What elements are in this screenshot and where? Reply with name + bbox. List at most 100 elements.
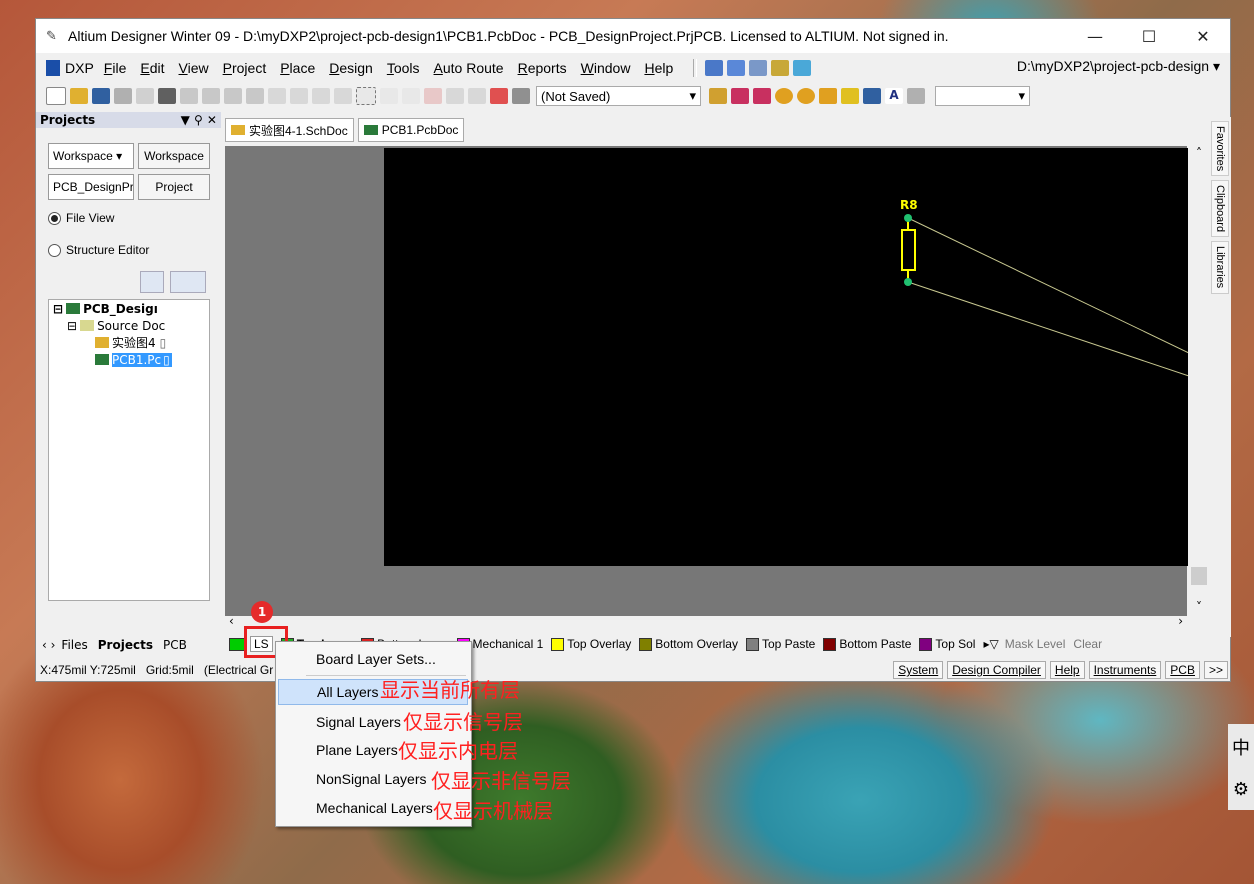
design-compiler-button[interactable]: Design Compiler [947,661,1046,679]
cross-probe-icon[interactable] [490,88,508,104]
structure-editor-radio[interactable]: Structure Editor [48,243,149,257]
diff-pair-icon[interactable] [753,88,771,104]
maximize-button[interactable]: ☐ [1122,19,1176,53]
workspace-combo[interactable]: Workspace ▾ [48,143,134,169]
tab-favorites[interactable]: Favorites [1211,121,1229,177]
layer-tab-top-overlay[interactable]: Top Overlay [551,637,631,651]
grid-tool-icon[interactable] [793,60,812,76]
menu-item-board-layer-sets[interactable]: Board Layer Sets... [278,646,468,672]
layer-tab-top-solder[interactable]: Top Sol [919,637,975,651]
menu-window[interactable]: Window [581,60,631,76]
pad-icon[interactable] [775,88,793,104]
open-folder-icon[interactable] [70,88,88,104]
browse-component-icon[interactable] [512,88,530,104]
ime-settings-icon[interactable]: ⚙ [1233,779,1249,800]
menu-dxp[interactable]: DXP [46,60,94,76]
more-button[interactable]: >> [1203,661,1228,679]
route-icon[interactable] [709,88,727,104]
pad[interactable] [904,278,912,286]
layer-tab-bottom-overlay[interactable]: Bottom Overlay [639,637,738,651]
menu-help[interactable]: Help [644,60,673,76]
scroll-right-icon[interactable]: › [1178,614,1183,628]
menu-place[interactable]: Place [280,60,315,76]
menu-auto-route[interactable]: Auto Route [434,60,504,76]
save-icon[interactable] [92,88,110,104]
mask-level-button[interactable]: Mask Level [1005,637,1066,651]
save-state-combo[interactable]: (Not Saved) ▾ [536,86,701,106]
polygon-icon[interactable] [863,88,881,104]
scroll-thumb[interactable] [1191,567,1207,585]
zoom-area-icon[interactable] [202,88,220,104]
tab-projects[interactable]: Projects [98,638,153,652]
filter-icon[interactable] [246,88,264,104]
panel-controls[interactable]: ▼ ⚲ ✕ [181,113,217,127]
close-button[interactable]: ✕ [1176,19,1230,53]
layer-combo[interactable]: ▾ [935,86,1030,106]
redo-icon[interactable] [468,88,486,104]
select-area-icon[interactable] [356,87,376,105]
instruments-button[interactable]: Instruments [1088,661,1162,679]
menu-tools[interactable]: Tools [387,60,420,76]
project-path-combo[interactable]: D:\myDXP2\project-pcb-design ▾ [1017,58,1220,75]
compile-icon[interactable] [140,271,164,293]
move-icon[interactable] [380,88,398,104]
pad[interactable] [904,214,912,222]
minimize-button[interactable]: — [1068,19,1122,53]
tree-item-pcbdoc[interactable]: PCB1.Pc ▯ [49,351,209,368]
zoom-fit-icon[interactable] [180,88,198,104]
menu-file[interactable]: File [104,60,127,76]
tree-item-source-docs[interactable]: ⊟ Source Doc [49,317,209,334]
menu-reports[interactable]: Reports [518,60,567,76]
help-button[interactable]: Help [1049,661,1085,679]
via-icon[interactable] [797,88,815,104]
layer-tool-icon[interactable] [771,60,790,76]
scroll-down-icon[interactable]: ˅ [1188,600,1210,614]
arc-icon[interactable] [819,88,837,104]
pcb-button[interactable]: PCB [1165,661,1200,679]
align-tool-icon[interactable] [727,60,746,76]
clear-filter-icon[interactable] [424,88,442,104]
system-button[interactable]: System [893,661,944,679]
component-designator[interactable]: R8 [900,198,918,212]
workspace-button[interactable]: Workspace [138,143,210,169]
layer-tab-bottom-paste[interactable]: Bottom Paste [823,637,911,651]
print-icon[interactable] [114,88,132,104]
scroll-left-icon[interactable]: ‹ [229,614,234,628]
title-bar[interactable]: ✎ Altium Designer Winter 09 - D:\myDXP2\… [36,19,1230,53]
ime-language-button[interactable]: 中 [1232,734,1250,760]
tab-libraries[interactable]: Libraries [1211,241,1229,294]
snap-options-icon[interactable]: ▸▽ [983,637,998,651]
document-options-icon[interactable] [170,271,206,293]
project-button[interactable]: Project [138,174,210,200]
paste-icon[interactable] [312,88,330,104]
component-icon[interactable] [907,88,925,104]
place-tool-icon[interactable] [705,60,724,76]
vertical-scrollbar[interactable]: ˄ ˅ [1188,146,1210,616]
pcb-canvas-area[interactable]: R8 [225,146,1190,616]
rubber-stamp-icon[interactable] [334,88,352,104]
3d-view-icon[interactable] [158,88,176,104]
clear-button[interactable]: Clear [1073,637,1102,651]
new-file-icon[interactable] [46,87,66,105]
zoom-selected-icon[interactable] [224,88,242,104]
pcb-board[interactable]: R8 [384,148,1190,566]
tree-item-project[interactable]: ⊟ PCB_Desigı [49,300,209,317]
menu-design[interactable]: Design [329,60,373,76]
tab-clipboard[interactable]: Clipboard [1211,180,1229,238]
scroll-up-icon[interactable]: ˄ [1188,146,1210,160]
cut-icon[interactable] [268,88,286,104]
menu-project[interactable]: Project [223,60,267,76]
find-tool-icon[interactable] [749,60,768,76]
horizontal-scrollbar[interactable]: ‹ › [225,614,1187,630]
menu-view[interactable]: View [179,60,209,76]
tab-scroll-arrows[interactable]: ‹ › [42,638,55,652]
text-icon[interactable]: A [885,88,903,104]
undo-icon[interactable] [446,88,464,104]
print-preview-icon[interactable] [136,88,154,104]
interactive-route-icon[interactable] [731,88,749,104]
layer-tab-top-paste[interactable]: Top Paste [745,637,815,651]
deselect-icon[interactable] [402,88,420,104]
tree-item-schdoc[interactable]: 实验图4 ▯ [49,334,209,351]
copy-icon[interactable] [290,88,308,104]
tab-files[interactable]: Files [61,638,87,652]
